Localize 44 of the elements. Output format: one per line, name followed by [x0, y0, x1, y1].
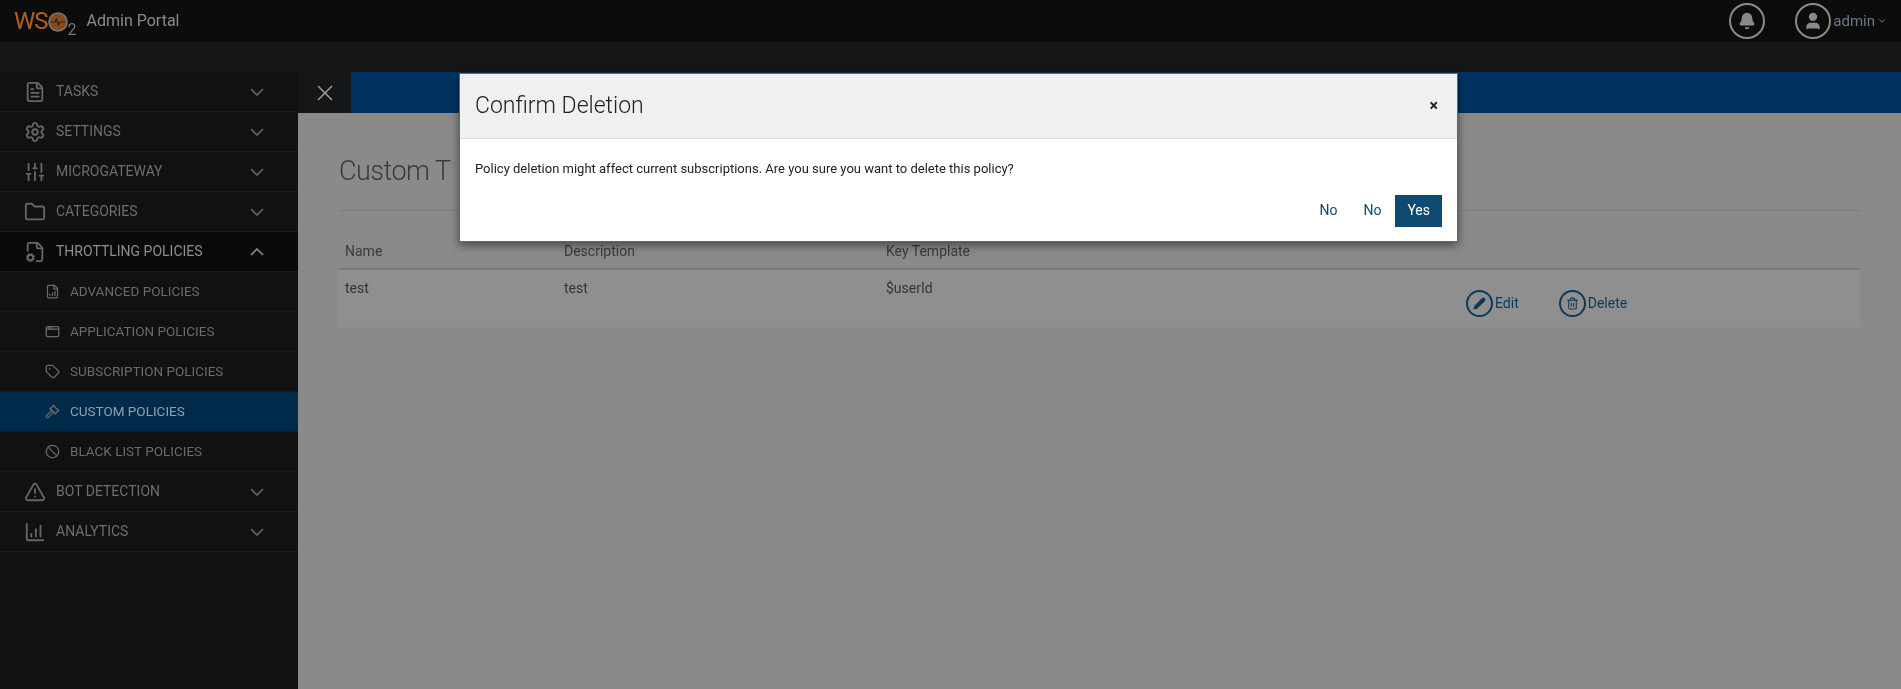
sliders-icon — [24, 160, 46, 183]
chevron-down-icon — [250, 127, 264, 136]
gear-icon — [24, 120, 46, 143]
trash-icon — [1565, 296, 1579, 310]
logo-subscript: 2 — [67, 22, 77, 38]
chevron-up-icon — [250, 247, 264, 256]
portal-title: Admin Portal — [86, 10, 180, 32]
chevron-down-icon — [250, 527, 264, 536]
bell-icon — [1738, 12, 1757, 30]
column-header: Name — [344, 241, 384, 261]
sidebar-subitem[interactable]: CUSTOM POLICIES — [0, 392, 298, 432]
document-gear-icon — [24, 240, 46, 263]
tag-icon — [45, 364, 60, 379]
delete-button[interactable]: Delete — [1558, 289, 1628, 317]
avatar-icon — [1795, 3, 1832, 39]
table-cell-text: $userId — [886, 278, 934, 298]
chevron-down-icon — [250, 207, 264, 216]
table-cell-text: test — [344, 278, 370, 298]
close-button[interactable]: × — [1429, 94, 1438, 118]
window-icon — [45, 324, 60, 339]
dialog-message: Policy deletion might affect current subscriptions. Are you sure you want to delete this policy? — [475, 160, 1015, 178]
notifications-button[interactable] — [1729, 3, 1766, 39]
bar-chart-icon — [24, 520, 46, 543]
pencil-icon — [1473, 296, 1486, 310]
logo-text: WS — [14, 9, 48, 33]
logo-circle-icon — [47, 12, 68, 32]
folder-icon — [24, 200, 46, 223]
warning-icon — [24, 480, 46, 503]
chevron-down-icon — [250, 167, 264, 176]
column-header: Key Template — [886, 241, 972, 261]
prohibited-icon — [45, 444, 60, 459]
caret-icon — [1877, 16, 1887, 26]
column-header: Description — [564, 241, 636, 261]
gavel-icon — [45, 404, 60, 419]
dialog-title: Confirm Deletion — [475, 90, 644, 121]
user-menu-button[interactable]: admin — [1795, 3, 1887, 39]
document-icon — [24, 80, 46, 103]
chevron-down-icon — [250, 487, 264, 496]
confirm-button[interactable]: Yes — [1395, 194, 1442, 227]
sidebar-item[interactable]: THROTTLING POLICIES — [0, 232, 298, 272]
table-cell-text: test — [564, 278, 589, 298]
document-icon — [45, 284, 60, 299]
close-panel-button[interactable] — [298, 72, 351, 113]
chevron-down-icon — [250, 87, 264, 96]
